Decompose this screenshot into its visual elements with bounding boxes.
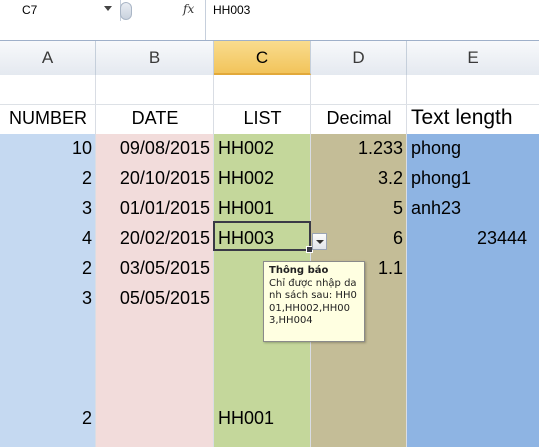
column-header-row: A B C D E bbox=[0, 41, 539, 76]
cell-c[interactable]: HH002 bbox=[214, 163, 311, 193]
cell-a[interactable]: 2 bbox=[0, 403, 96, 433]
formula-bar-gap bbox=[0, 22, 205, 41]
cell-a[interactable]: 3 bbox=[0, 193, 96, 223]
cell-e[interactable] bbox=[407, 253, 539, 283]
cell-a[interactable]: 2 bbox=[0, 163, 96, 193]
header-decimal[interactable]: Decimal bbox=[311, 103, 407, 133]
formula-bar-divider bbox=[205, 0, 206, 40]
cell-a[interactable]: 2 bbox=[0, 253, 96, 283]
validation-dropdown-button[interactable] bbox=[312, 233, 327, 250]
cell-b[interactable]: 20/10/2015 bbox=[96, 163, 214, 193]
validation-message-title: Thông báo bbox=[269, 265, 329, 276]
column-header-d[interactable]: D bbox=[311, 41, 407, 75]
cell-b[interactable]: 03/05/2015 bbox=[96, 253, 214, 283]
chevron-down-icon[interactable] bbox=[104, 6, 112, 11]
cell-d[interactable]: 5 bbox=[311, 193, 407, 223]
validation-input-message: Thông báo Chỉ được nhập danh sách sau: H… bbox=[263, 261, 365, 342]
header-list[interactable]: LIST bbox=[214, 103, 311, 133]
worksheet-grid[interactable]: NUMBER DATE LIST Decimal Text length 10 … bbox=[0, 75, 539, 447]
column-header-b[interactable]: B bbox=[96, 41, 214, 75]
cell-a[interactable]: 4 bbox=[0, 223, 96, 253]
cell-b[interactable]: 05/05/2015 bbox=[96, 283, 214, 313]
cell-c[interactable]: HH002 bbox=[214, 133, 311, 163]
formula-bar-resize-handle[interactable] bbox=[120, 2, 132, 20]
insert-function-icon[interactable]: fx bbox=[183, 2, 194, 16]
cell-e[interactable]: 23444 bbox=[407, 223, 539, 253]
cell-d[interactable] bbox=[311, 403, 407, 433]
cell-b[interactable]: 01/01/2015 bbox=[96, 193, 214, 223]
cell-d[interactable]: 1.233 bbox=[311, 133, 407, 163]
cell-b[interactable]: 09/08/2015 bbox=[96, 133, 214, 163]
cell-e[interactable]: phong bbox=[407, 133, 539, 163]
cell-a[interactable]: 3 bbox=[0, 283, 96, 313]
header-text-length[interactable]: Text length bbox=[407, 103, 539, 133]
cell-e[interactable] bbox=[407, 283, 539, 313]
cell-d[interactable]: 3.2 bbox=[311, 163, 407, 193]
chevron-down-icon bbox=[316, 240, 324, 244]
column-header-e[interactable]: E bbox=[407, 41, 539, 75]
column-header-c[interactable]: C bbox=[214, 41, 311, 75]
cell-e[interactable]: anh23 bbox=[407, 193, 539, 223]
validation-message-text: Chỉ được nhập danh sách sau: HH001,HH002… bbox=[269, 277, 357, 327]
formula-input[interactable]: HH003 bbox=[213, 3, 250, 17]
cell-b[interactable] bbox=[96, 403, 214, 433]
column-header-a[interactable]: A bbox=[0, 41, 96, 75]
header-number[interactable]: NUMBER bbox=[0, 103, 96, 133]
cell-a[interactable]: 10 bbox=[0, 133, 96, 163]
active-cell-border[interactable] bbox=[213, 221, 313, 253]
cell-b[interactable]: 20/02/2015 bbox=[96, 223, 214, 253]
formula-input-area[interactable] bbox=[205, 22, 539, 41]
cell-e[interactable]: phong1 bbox=[407, 163, 539, 193]
cell-c[interactable]: HH001 bbox=[214, 403, 311, 433]
cell-c[interactable]: HH001 bbox=[214, 193, 311, 223]
cell-e[interactable] bbox=[407, 403, 539, 433]
header-date[interactable]: DATE bbox=[96, 103, 214, 133]
formula-bar: C7 fx HH003 bbox=[0, 0, 539, 23]
name-box[interactable]: C7 bbox=[0, 0, 121, 21]
